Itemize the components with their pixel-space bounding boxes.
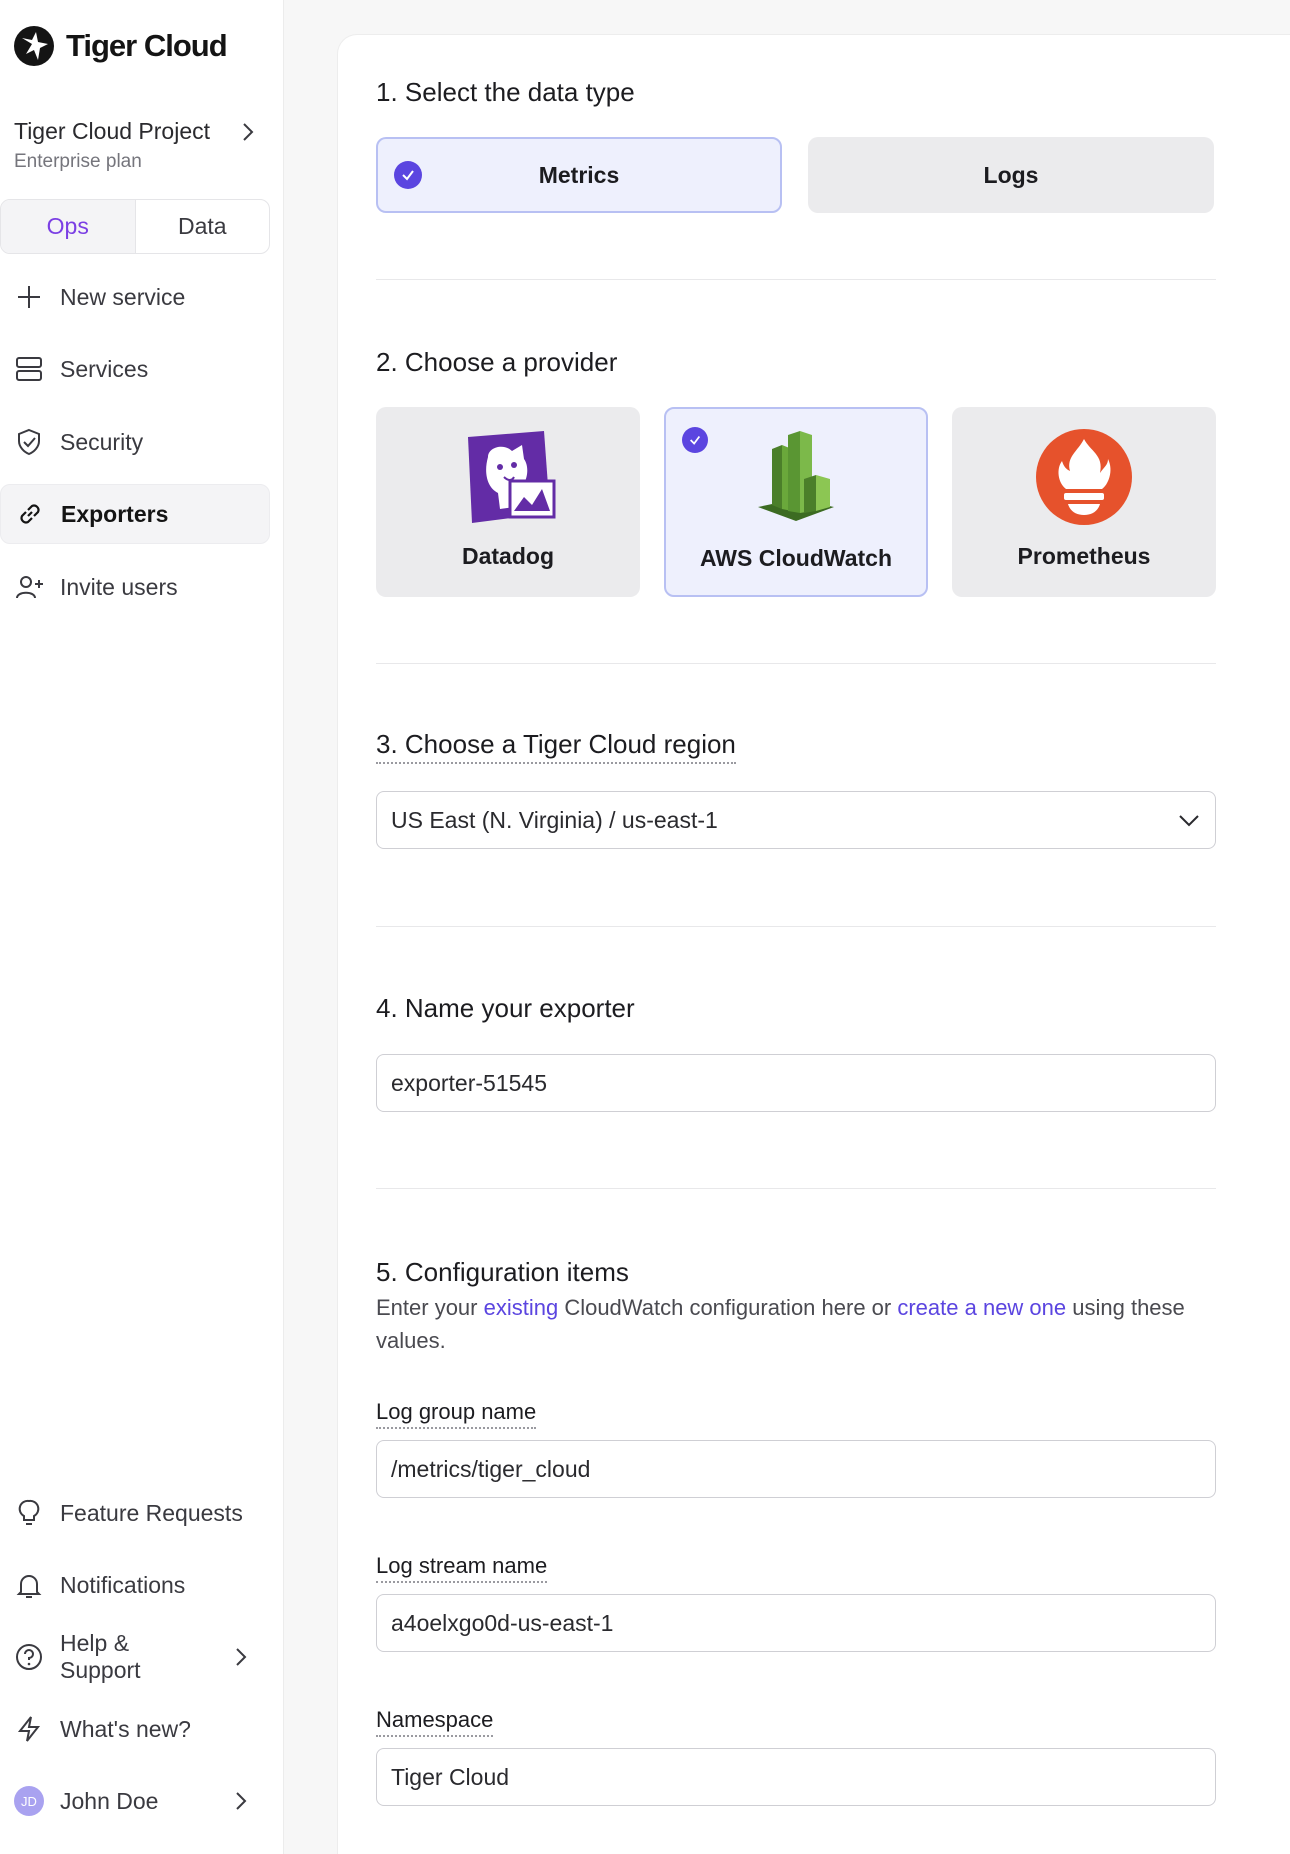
sidebar-item-label: Notifications: [60, 1571, 186, 1598]
chevron-down-icon: [1179, 815, 1199, 827]
provider-aws-cloudwatch-card[interactable]: AWS CloudWatch: [664, 407, 928, 597]
data-type-label: Metrics: [538, 161, 620, 188]
sidebar-item-label: Invite users: [60, 573, 178, 600]
shield-check-icon: [18, 428, 40, 456]
namespace-value: Tiger Cloud: [391, 1763, 510, 1790]
step5-title: 5. Configuration items: [376, 1257, 629, 1287]
data-type-metrics-button[interactable]: Metrics: [376, 137, 782, 213]
prometheus-logo-icon: [1036, 429, 1132, 525]
ops-data-toggle: Ops Data: [0, 199, 270, 254]
sidebar-item-notifications[interactable]: Notifications: [0, 1555, 270, 1615]
log-stream-label-text[interactable]: Log stream name: [376, 1553, 548, 1583]
exporter-name-input[interactable]: exporter-51545: [376, 1054, 1216, 1112]
log-group-input[interactable]: /metrics/tiger_cloud: [376, 1440, 1216, 1498]
log-stream-input[interactable]: a4oelxgo0d-us-east-1: [376, 1594, 1216, 1652]
region-select-value: US East (N. Virginia) / us-east-1: [391, 806, 718, 833]
existing-config-link[interactable]: existing: [484, 1295, 559, 1320]
sidebar-item-whats-new[interactable]: What's new?: [0, 1699, 270, 1759]
log-group-value: /metrics/tiger_cloud: [391, 1455, 591, 1482]
sidebar-item-new-service[interactable]: New service: [0, 267, 270, 327]
user-menu[interactable]: JD John Doe: [0, 1771, 270, 1831]
lightbulb-icon: [18, 1499, 40, 1525]
desc-text: Enter your: [376, 1295, 484, 1320]
lightning-icon: [17, 1716, 41, 1742]
sidebar-item-invite-users[interactable]: Invite users: [0, 557, 270, 617]
create-new-config-link[interactable]: create a new one: [897, 1295, 1066, 1320]
provider-label: AWS CloudWatch: [699, 545, 893, 571]
namespace-label: Namespace: [376, 1707, 494, 1737]
log-group-label-text[interactable]: Log group name: [376, 1399, 537, 1429]
sidebar-item-services[interactable]: Services: [0, 339, 270, 399]
sidebar-item-exporters[interactable]: Exporters: [0, 484, 270, 544]
provider-prometheus-card[interactable]: Prometheus: [952, 407, 1216, 597]
plus-icon: [18, 286, 40, 308]
divider: [376, 663, 1216, 664]
user-plus-icon: [16, 576, 43, 599]
chevron-right-icon: [236, 1648, 247, 1666]
project-plan: Enterprise plan: [14, 151, 142, 172]
tab-ops[interactable]: Ops: [1, 200, 136, 253]
check-circle-icon: [682, 427, 708, 453]
app-logo[interactable]: Tiger Cloud: [12, 24, 228, 68]
step3-title-text[interactable]: 3. Choose a Tiger Cloud region: [376, 729, 736, 764]
check-circle-icon: [394, 161, 422, 189]
provider-datadog-card[interactable]: Datadog: [376, 407, 640, 597]
server-icon: [16, 357, 42, 381]
step2-title: 2. Choose a provider: [376, 347, 618, 377]
divider: [376, 279, 1216, 280]
divider: [376, 1188, 1216, 1189]
log-stream-value: a4oelxgo0d-us-east-1: [391, 1609, 614, 1636]
exporter-form-panel: 1. Select the data type Metrics Logs 2. …: [337, 34, 1290, 1854]
sidebar-item-label: Security: [60, 428, 144, 455]
step1-title: 1. Select the data type: [376, 77, 635, 107]
provider-label: Prometheus: [1017, 543, 1151, 569]
step5-description: Enter your existing CloudWatch configura…: [376, 1291, 1216, 1357]
sidebar-item-label: New service: [60, 283, 186, 310]
divider: [376, 926, 1216, 927]
data-type-label: Logs: [983, 161, 1039, 188]
sidebar-item-help-support[interactable]: Help & Support: [0, 1627, 270, 1687]
sidebar-item-label: Help & Support: [60, 1630, 141, 1683]
project-switcher[interactable]: Tiger Cloud Project Enterprise plan: [14, 118, 259, 173]
datadog-logo-icon: [468, 431, 556, 523]
data-type-logs-button[interactable]: Logs: [808, 137, 1214, 213]
link-icon: [20, 504, 40, 524]
namespace-label-text[interactable]: Namespace: [376, 1707, 494, 1737]
region-select[interactable]: US East (N. Virginia) / us-east-1: [376, 791, 1216, 849]
log-group-label: Log group name: [376, 1399, 537, 1429]
exporter-name-value: exporter-51545: [391, 1069, 547, 1096]
help-circle-icon: [16, 1644, 42, 1670]
tab-data[interactable]: Data: [136, 200, 270, 253]
chevron-right-icon: [243, 122, 254, 141]
user-name: John Doe: [60, 1787, 159, 1814]
sidebar-item-label: What's new?: [60, 1715, 191, 1742]
namespace-input[interactable]: Tiger Cloud: [376, 1748, 1216, 1806]
sidebar-item-feature-requests[interactable]: Feature Requests: [0, 1483, 270, 1543]
bell-icon: [16, 1575, 42, 1598]
sidebar-item-label: Exporters: [61, 500, 169, 527]
project-name: Tiger Cloud Project: [14, 118, 211, 144]
log-stream-label: Log stream name: [376, 1553, 548, 1583]
sidebar: Tiger Cloud Tiger Cloud Project Enterpri…: [0, 0, 284, 1854]
step3-title: 3. Choose a Tiger Cloud region: [376, 729, 736, 764]
sidebar-item-label: Feature Requests: [60, 1499, 243, 1526]
provider-label: Datadog: [462, 543, 554, 569]
tiger-logo-icon: [14, 26, 54, 66]
app-name: Tiger Cloud: [66, 28, 228, 63]
step4-title: 4. Name your exporter: [376, 993, 635, 1023]
sidebar-item-security[interactable]: Security: [0, 412, 270, 472]
aws-cloudwatch-logo-icon: [758, 431, 834, 521]
desc-text: CloudWatch configuration here or: [558, 1295, 898, 1320]
chevron-right-icon: [236, 1792, 247, 1810]
sidebar-item-label: Services: [60, 355, 149, 382]
avatar: JD: [14, 1786, 44, 1816]
